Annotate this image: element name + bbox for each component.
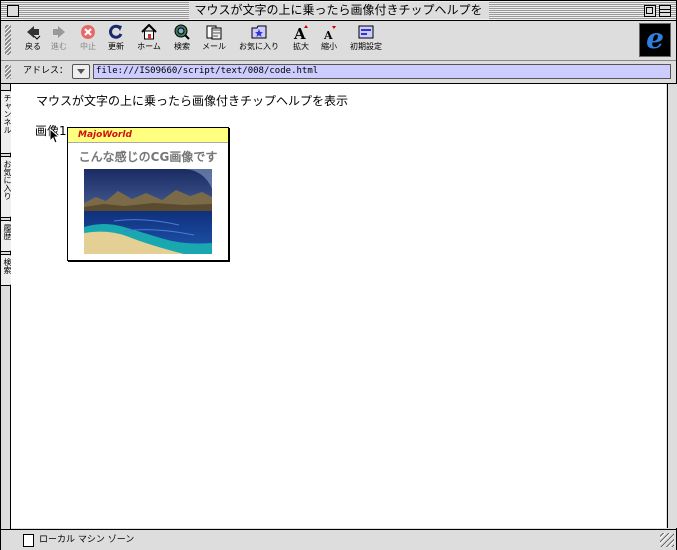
- ie-logo-letter: e: [646, 22, 664, 55]
- toolbar-grip[interactable]: [5, 25, 11, 55]
- address-input[interactable]: [93, 64, 671, 79]
- back-label: 戻る: [25, 42, 41, 51]
- status-zone-text: ローカル マシン ゾーン: [39, 535, 135, 545]
- resize-handle[interactable]: [660, 533, 674, 547]
- browser-window: マウスが文字の上に乗ったら画像付きチップヘルプを 戻る 進む 中止 更新 ホーム…: [0, 0, 677, 550]
- preferences-button[interactable]: 初期設定: [346, 24, 386, 52]
- stop-icon: [80, 24, 96, 40]
- mail-label: メール: [202, 42, 226, 51]
- cg-landscape-image: [84, 169, 212, 254]
- home-label: ホーム: [137, 42, 161, 51]
- back-button[interactable]: 戻る: [22, 24, 44, 52]
- back-arrow-icon: [25, 24, 41, 40]
- favorites-label: お気に入り: [239, 42, 279, 51]
- mouse-cursor-icon: [49, 128, 59, 144]
- text-larger-button[interactable]: A 拡大: [291, 24, 311, 52]
- text-larger-label: 拡大: [293, 42, 309, 51]
- refresh-button[interactable]: 更新: [105, 24, 127, 52]
- refresh-icon: [108, 24, 124, 40]
- page-heading: マウスが文字の上に乗ったら画像付きチップヘルプを表示: [36, 94, 349, 108]
- address-bar: アドレス：: [1, 61, 676, 84]
- image-tooltip: MajoWorld こんな感じのCG画像です: [67, 127, 229, 261]
- stop-label: 中止: [80, 42, 96, 51]
- forward-label: 進む: [51, 42, 67, 51]
- search-button[interactable]: 検索: [171, 24, 193, 52]
- home-icon: [141, 23, 157, 40]
- mail-icon: [206, 24, 222, 40]
- collapse-box[interactable]: [659, 5, 671, 17]
- address-grip[interactable]: [5, 65, 11, 79]
- tooltip-brand-logo: MajoWorld: [78, 130, 132, 140]
- zoom-box[interactable]: [644, 5, 656, 17]
- address-dropdown-button[interactable]: [72, 64, 90, 79]
- forward-button[interactable]: 進む: [48, 24, 70, 52]
- title-bar[interactable]: マウスが文字の上に乗ったら画像付きチップヘルプを: [1, 1, 676, 21]
- home-button[interactable]: ホーム: [135, 23, 163, 52]
- close-box[interactable]: [7, 5, 19, 17]
- text-larger-icon: A: [293, 24, 309, 43]
- ie-logo-icon[interactable]: e: [639, 23, 671, 57]
- zone-icon: [23, 534, 34, 547]
- preferences-label: 初期設定: [350, 42, 382, 51]
- svg-text:A: A: [323, 29, 333, 40]
- vertical-scrollbar[interactable]: [667, 84, 677, 528]
- window-title: マウスが文字の上に乗ったら画像付きチップヘルプを: [188, 2, 489, 19]
- toolbar: 戻る 進む 中止 更新 ホーム 検索 メール お気に入り A 拡大 A 縮小 初…: [1, 21, 676, 61]
- tooltip-caption: こんな感じのCG画像です: [78, 150, 218, 164]
- search-globe-icon: [174, 24, 190, 40]
- page-content: マウスが文字の上に乗ったら画像付きチップヘルプを表示 画像1 MajoWorld…: [11, 84, 666, 528]
- explorer-bar-tabs: チャンネル お気に入り 履歴 検索: [1, 84, 14, 529]
- tooltip-header: MajoWorld: [68, 128, 228, 143]
- forward-arrow-icon: [51, 24, 67, 40]
- svg-text:A: A: [293, 25, 306, 40]
- stop-button[interactable]: 中止: [77, 24, 99, 52]
- address-label: アドレス：: [23, 66, 69, 76]
- mail-button[interactable]: メール: [201, 24, 227, 52]
- favorites-icon: [251, 24, 267, 40]
- search-label: 検索: [174, 42, 190, 51]
- preferences-icon: [358, 24, 374, 40]
- text-smaller-label: 縮小: [321, 42, 337, 51]
- text-smaller-icon: A: [321, 24, 337, 42]
- text-smaller-button[interactable]: A 縮小: [319, 24, 339, 52]
- refresh-label: 更新: [108, 42, 124, 51]
- status-bar: ローカル マシン ゾーン: [1, 529, 676, 550]
- favorites-button[interactable]: お気に入り: [236, 24, 282, 52]
